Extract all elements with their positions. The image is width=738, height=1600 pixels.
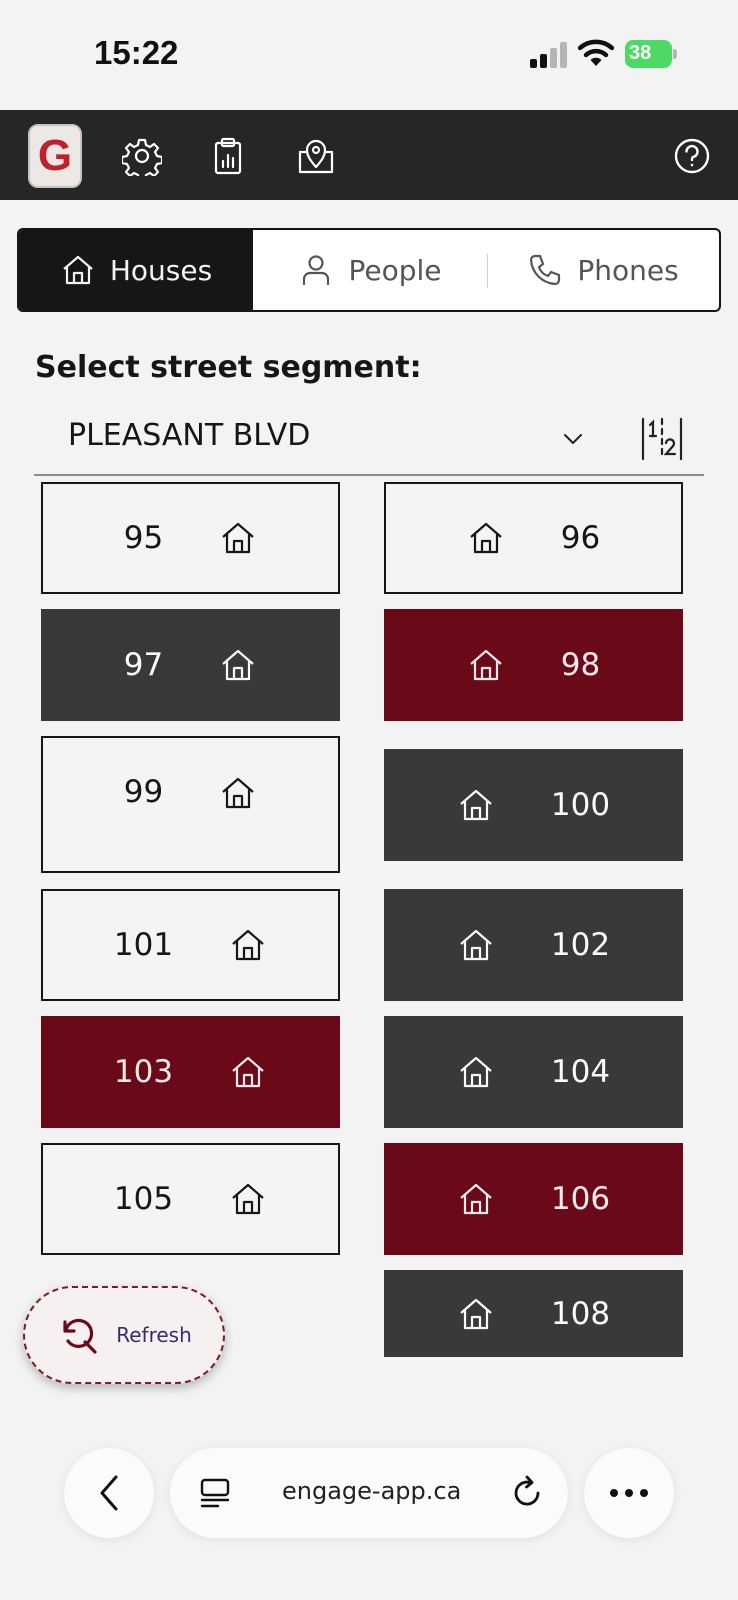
house-tile-104[interactable]: 104 [384,1016,683,1128]
house-tile-108[interactable]: 108 [384,1270,683,1357]
house-icon [470,522,502,554]
house-icon [232,1183,264,1215]
help-icon[interactable] [672,136,712,176]
house-number: 101 [113,927,174,963]
view-tabs: Houses People Phones [17,228,721,312]
browser-address-bar[interactable]: engage-app.ca [170,1448,568,1538]
gear-icon[interactable] [122,136,162,176]
odd-even-split-icon [641,417,683,461]
house-number: 97 [123,647,164,683]
more-dots-icon [610,1489,648,1497]
app-logo-letter: G [37,131,73,180]
house-icon [222,777,254,809]
house-icon [460,1056,492,1088]
street-segment-value: PLEASANT BLVD [68,418,311,453]
house-number: 103 [113,1054,174,1090]
house-icon [232,929,264,961]
refresh-label: Refresh [116,1323,192,1347]
house-icon [222,649,254,681]
house-tile-97[interactable]: 97 [41,609,340,721]
clipboard-report-icon[interactable] [208,136,248,176]
app-toolbar: G [0,110,738,200]
cellular-signal-icon [530,42,568,68]
refresh-button[interactable]: Refresh [23,1286,225,1384]
house-tile-100[interactable]: 100 [384,749,683,861]
house-number: 99 [123,774,164,810]
house-tile-106[interactable]: 106 [384,1143,683,1255]
tab-people[interactable]: People [253,230,487,310]
reload-icon[interactable] [508,1474,546,1512]
house-number: 100 [550,787,611,823]
tab-phones-label: Phones [577,253,679,287]
phone-icon [530,254,561,286]
tab-houses[interactable]: Houses [19,230,253,310]
tab-houses-label: Houses [109,253,213,287]
house-icon [460,1183,492,1215]
house-number: 95 [123,520,164,556]
house-icon [460,1298,492,1329]
app-logo[interactable]: G [28,124,82,188]
house-tile-105[interactable]: 105 [41,1143,340,1255]
browser-back-button[interactable] [64,1448,154,1538]
house-number: 108 [550,1295,611,1332]
odd-even-toggle[interactable] [620,404,704,476]
house-number: 105 [113,1181,174,1217]
tab-people-label: People [348,253,442,287]
tab-phones[interactable]: Phones [487,230,719,310]
house-icon [63,255,93,285]
house-icon [460,789,492,821]
house-icon [470,649,502,681]
map-pin-icon[interactable] [296,136,336,176]
segment-select-label: Select street segment: [35,350,422,385]
battery-icon: 38 [625,40,677,68]
browser-more-button[interactable] [584,1448,674,1538]
tab-divider [487,254,488,288]
status-time: 15:22 [94,34,179,71]
page-menu-icon [200,1478,230,1508]
house-icon [222,522,254,554]
house-icon [232,1056,264,1088]
battery-level: 38 [629,42,652,64]
house-tile-102[interactable]: 102 [384,889,683,1001]
chevron-left-icon [100,1475,118,1511]
house-tile-103[interactable]: 103 [41,1016,340,1128]
street-segment-select[interactable]: PLEASANT BLVD [34,404,620,476]
house-number: 102 [550,927,611,963]
chevron-down-icon [564,434,582,444]
house-tile-101[interactable]: 101 [41,889,340,1001]
person-icon [303,255,330,285]
wifi-icon [578,38,614,68]
house-tile-95[interactable]: 95 [41,482,340,594]
house-tile-99[interactable]: 99 [41,736,340,873]
house-icon [460,929,492,961]
house-tile-98[interactable]: 98 [384,609,683,721]
house-number: 98 [560,647,601,683]
browser-url: engage-app.ca [282,1477,462,1505]
refresh-search-icon [63,1318,97,1354]
house-number: 106 [550,1181,611,1217]
house-tile-96[interactable]: 96 [384,482,683,594]
status-bar: 15:22 38 [0,0,738,110]
house-number: 104 [550,1054,611,1090]
house-number: 96 [560,520,601,556]
